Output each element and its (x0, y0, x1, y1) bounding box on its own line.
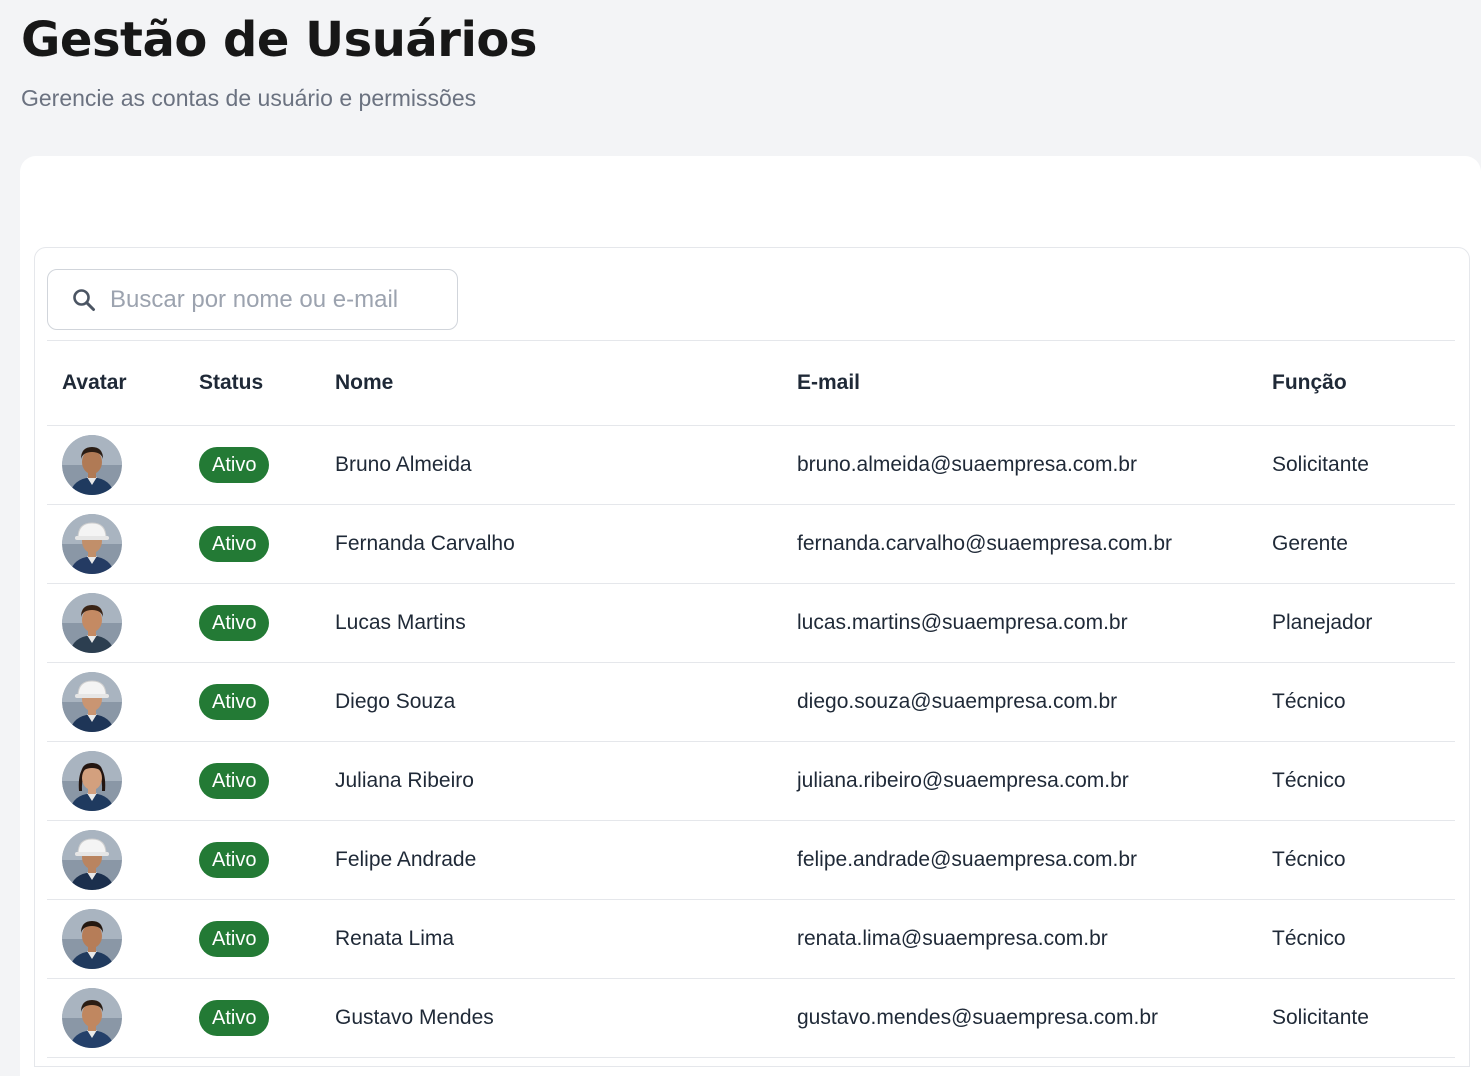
status-badge: Ativo (199, 684, 270, 720)
role-cell: Solicitante (1272, 453, 1369, 476)
role-cell: Gerente (1272, 532, 1348, 555)
avatar-cell (47, 979, 184, 1058)
table-row[interactable]: Ativo Renata Lima renata.lima@suaempresa.c… (47, 900, 1455, 979)
email-cell[interactable]: lucas.martins@suaempresa.com.br (782, 584, 1257, 663)
status-badge: Ativo (199, 763, 270, 799)
email-cell[interactable]: bruno.almeida@suaempresa.com.br (782, 426, 1257, 505)
column-header-status[interactable]: Status (184, 341, 320, 426)
avatar-cell (47, 900, 184, 979)
role-cell: Técnico (1272, 927, 1346, 950)
table-row[interactable]: Ativo Fernanda Carvalho fernanda.carvalho@… (47, 505, 1455, 584)
name-cell[interactable]: Lucas Martins (320, 584, 782, 663)
column-header-email[interactable]: E-mail (782, 341, 1257, 426)
search-box[interactable] (47, 269, 458, 330)
avatar-cell (47, 426, 184, 505)
avatar (62, 514, 122, 574)
avatar (62, 751, 122, 811)
status-cell: Ativo (184, 979, 320, 1058)
status-badge: Ativo (199, 842, 270, 878)
page-header: Gestão de Usuários Gerencie as contas de… (21, 10, 537, 112)
avatar-cell (47, 742, 184, 821)
column-header-avatar[interactable]: Avatar (47, 341, 184, 426)
status-cell: Ativo (184, 426, 320, 505)
name-cell[interactable]: Bruno Almeida (320, 426, 782, 505)
role-cell: Solicitante (1272, 1006, 1369, 1029)
role-cell: Técnico (1272, 848, 1346, 871)
table-row[interactable]: Ativo Diego Souza diego.souza@suaempresa.c… (47, 663, 1455, 742)
name-cell[interactable]: Felipe Andrade (320, 821, 782, 900)
table-row[interactable]: Ativo Gustavo Mendes gustavo.mendes@suaemp… (47, 979, 1455, 1058)
users-panel: Avatar Status Nome E-mail Função Ativo Br… (34, 247, 1470, 1067)
role-cell: Técnico (1272, 769, 1346, 792)
table-header-row: Avatar Status Nome E-mail Função (47, 340, 1455, 426)
status-cell: Ativo (184, 584, 320, 663)
status-cell: Ativo (184, 663, 320, 742)
status-badge: Ativo (199, 921, 270, 957)
status-badge: Ativo (199, 447, 270, 483)
email-cell[interactable]: fernanda.carvalho@suaempresa.com.br (782, 505, 1257, 584)
avatar (62, 672, 122, 732)
avatar-cell (47, 821, 184, 900)
avatar (62, 988, 122, 1048)
avatar-cell (47, 584, 184, 663)
table-row[interactable]: Ativo Bruno Almeida bruno.almeida@suaempre… (47, 426, 1455, 505)
avatar (62, 830, 122, 890)
avatar (62, 593, 122, 653)
name-cell[interactable]: Gustavo Mendes (320, 979, 782, 1058)
avatar-cell (47, 505, 184, 584)
search-icon (70, 286, 98, 314)
name-cell[interactable]: Diego Souza (320, 663, 782, 742)
status-badge: Ativo (199, 1000, 270, 1036)
status-cell: Ativo (184, 900, 320, 979)
email-cell[interactable]: renata.lima@suaempresa.com.br (782, 900, 1257, 979)
email-cell[interactable]: diego.souza@suaempresa.com.br (782, 663, 1257, 742)
search-input[interactable] (110, 285, 430, 314)
name-cell[interactable]: Fernanda Carvalho (320, 505, 782, 584)
table-row[interactable]: Ativo Lucas Martins lucas.martins@suaempre… (47, 584, 1455, 663)
table-row[interactable]: Ativo Juliana Ribeiro juliana.ribeiro@suae… (47, 742, 1455, 821)
table-body: Ativo Bruno Almeida bruno.almeida@suaempre… (47, 426, 1455, 1058)
status-cell: Ativo (184, 505, 320, 584)
status-cell: Ativo (184, 742, 320, 821)
email-cell[interactable]: felipe.andrade@suaempresa.com.br (782, 821, 1257, 900)
table-row[interactable]: Ativo Felipe Andrade felipe.andrade@suaemp… (47, 821, 1455, 900)
role-cell: Planejador (1272, 611, 1373, 634)
column-header-nome[interactable]: Nome (320, 341, 782, 426)
users-table: Avatar Status Nome E-mail Função Ativo Br… (47, 340, 1455, 1058)
role-cell: Técnico (1272, 690, 1346, 713)
avatar (62, 909, 122, 969)
name-cell[interactable]: Renata Lima (320, 900, 782, 979)
page-subtitle: Gerencie as contas de usuário e permissõ… (21, 85, 477, 111)
column-header-funcao[interactable]: Função (1257, 341, 1455, 426)
name-cell[interactable]: Juliana Ribeiro (320, 742, 782, 821)
email-cell[interactable]: gustavo.mendes@suaempresa.com.br (782, 979, 1257, 1058)
page-title: Gestão de Usuários (21, 12, 537, 68)
avatar (62, 435, 122, 495)
table-header: Avatar Status Nome E-mail Função (47, 340, 1455, 426)
email-cell[interactable]: juliana.ribeiro@suaempresa.com.br (782, 742, 1257, 821)
avatar-cell (47, 663, 184, 742)
users-card: Avatar Status Nome E-mail Função Ativo Br… (20, 156, 1481, 1076)
status-cell: Ativo (184, 821, 320, 900)
status-badge: Ativo (199, 605, 270, 641)
status-badge: Ativo (199, 526, 270, 562)
